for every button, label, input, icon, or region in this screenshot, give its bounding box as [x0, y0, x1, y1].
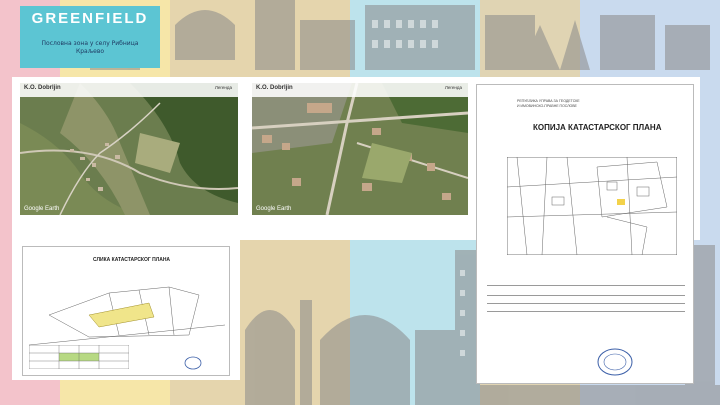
cadastral-right-table-row2 [487, 303, 685, 304]
cadastral-right-table-top [487, 285, 685, 286]
aerial-right-header: K.O. Dobrljin Легенда [252, 83, 468, 97]
project-subtitle-line1: Пословна зона у селу Рибница [41, 40, 139, 47]
cadastral-right-title: КОПИЈА КАТАСТАРСКОГ ПЛАНА [533, 123, 662, 132]
cadastral-right-map [507, 157, 677, 255]
aerial-right-legend: Легенда [444, 85, 462, 90]
aerial-right-location: K.O. Dobrljin [256, 85, 293, 91]
cadastral-document-right: РЕПУБЛИКА УПРАВА ЗА ГЕОДЕТСКЕ И ИМОВИНСК… [476, 84, 694, 384]
project-title: GREENFIELD [31, 10, 149, 27]
cadastral-right-table-row3 [487, 311, 685, 312]
cadastral-left-table [29, 345, 129, 369]
project-subtitle-line2: Краљево [75, 48, 105, 55]
aerial-left-header: K.O. Dobrljin Легенда [20, 83, 238, 97]
cadastral-right-header-line1: РЕПУБЛИКА УПРАВА ЗА ГЕОДЕТСКЕ [517, 99, 580, 103]
aerial-image-right: K.O. Dobrljin Легенда Google Earth [252, 83, 468, 215]
cadastral-left-stamp [184, 356, 202, 370]
aerial-image-left: K.O. Dobrljin Легенда Google Earth [20, 83, 238, 215]
cadastral-right-stamp [597, 348, 633, 376]
cadastral-right-header-line2: И ИМОВИНСКО-ПРАВНЕ ПОСЛОВЕ [517, 104, 577, 108]
aerial-left-watermark: Google Earth [24, 206, 60, 212]
cadastral-left-map [29, 286, 225, 346]
aerial-right-watermark: Google Earth [256, 206, 292, 212]
project-title-box: GREENFIELD Пословна зона у селу Рибница … [20, 6, 160, 68]
aerial-left-location: K.O. Dobrljin [24, 85, 61, 91]
cadastral-right-table-row1 [487, 295, 685, 296]
aerial-left-legend: Легенда [214, 85, 232, 90]
project-subtitle: Пословна зона у селу Рибница Краљево [20, 40, 160, 56]
cadastral-document-left: СЛИКА КАТАСТАРСКОГ ПЛАНА [22, 246, 230, 376]
cadastral-left-title: СЛИКА КАТАСТАРСКОГ ПЛАНА [93, 257, 171, 263]
